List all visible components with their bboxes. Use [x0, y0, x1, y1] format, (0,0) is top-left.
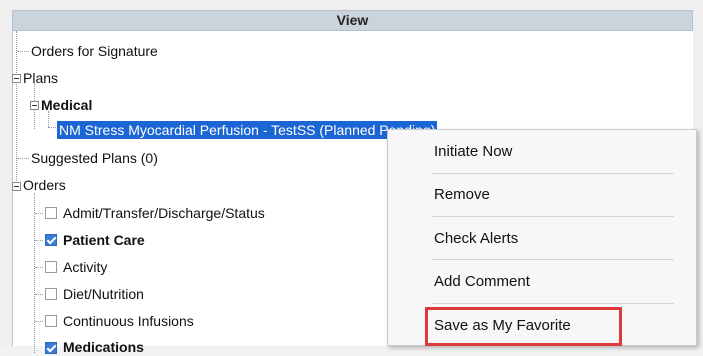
annotation-highlight-box [425, 307, 622, 346]
tree-line [35, 294, 43, 296]
menu-item-initiate-now[interactable]: Initiate Now [434, 142, 674, 162]
checkbox-continuous-infusions[interactable] [45, 315, 57, 327]
menu-item-remove[interactable]: Remove [434, 185, 674, 205]
tree-item-selected-plan[interactable]: NM Stress Myocardial Perfusion - TestSS … [57, 121, 438, 139]
checkbox-medications[interactable] [45, 342, 57, 354]
tree-item-category[interactable]: Medications [63, 338, 144, 356]
tree-item-orders[interactable]: Orders [23, 176, 66, 194]
tree-item-medical[interactable]: Medical [41, 96, 92, 114]
tree-item-category[interactable]: Admit/Transfer/Discharge/Status [63, 204, 265, 222]
menu-item-add-comment[interactable]: Add Comment [434, 272, 674, 292]
tree-line [16, 31, 18, 191]
tree-line [34, 193, 36, 353]
collapse-medical-icon[interactable] [30, 101, 39, 110]
menu-separator [432, 303, 674, 304]
window: View Orders for Signature Plans Medical … [0, 0, 703, 355]
menu-separator [432, 216, 674, 217]
checkbox-diet-nutrition[interactable] [45, 288, 57, 300]
tree-item-orders-for-signature[interactable]: Orders for Signature [31, 42, 158, 60]
tree-line [17, 158, 29, 160]
tree-item-category[interactable]: Activity [63, 258, 107, 276]
checkbox-patient-care[interactable] [45, 234, 57, 246]
tree-item-suggested-plans[interactable]: Suggested Plans (0) [31, 149, 158, 167]
tree-line [17, 51, 29, 53]
collapse-orders-icon[interactable] [12, 182, 21, 191]
tree-line [35, 240, 43, 242]
menu-separator [432, 173, 674, 174]
tree-line [35, 213, 43, 215]
tree-item-category[interactable]: Diet/Nutrition [63, 285, 144, 303]
tree-item-category[interactable]: Patient Care [63, 231, 145, 249]
tree-line [35, 321, 43, 323]
checkbox-admit-transfer[interactable] [45, 207, 57, 219]
tree-item-plans[interactable]: Plans [23, 69, 58, 87]
tree-item-category[interactable]: Continuous Infusions [63, 312, 194, 330]
menu-separator [432, 259, 674, 260]
view-header: View [12, 10, 693, 31]
collapse-plans-icon[interactable] [12, 74, 21, 83]
tree-line [48, 127, 56, 129]
menu-item-check-alerts[interactable]: Check Alerts [434, 229, 674, 249]
checkbox-activity[interactable] [45, 261, 57, 273]
tree-line [35, 267, 43, 269]
